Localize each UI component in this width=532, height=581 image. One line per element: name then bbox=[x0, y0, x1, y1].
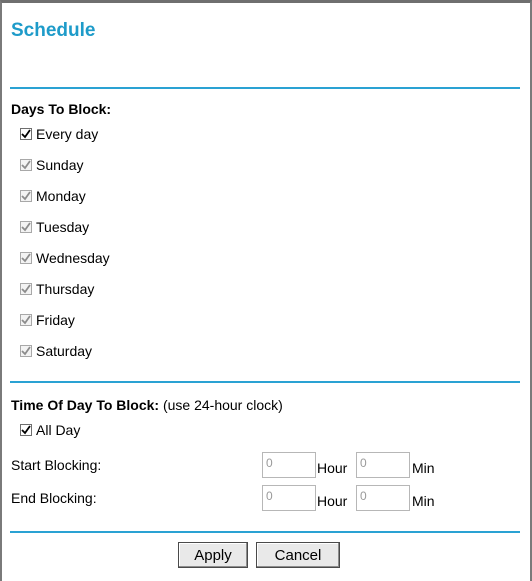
cancel-button[interactable]: Cancel bbox=[256, 542, 340, 568]
end-min-input[interactable]: 0 bbox=[356, 485, 410, 511]
checkbox-icon[interactable] bbox=[20, 159, 32, 171]
checkbox-icon[interactable] bbox=[20, 190, 32, 202]
checkmark-icon bbox=[21, 129, 31, 139]
checkbox-sunday[interactable]: Sunday bbox=[20, 155, 83, 175]
end-min-unit: Min bbox=[412, 493, 435, 509]
end-blocking-label: End Blocking: bbox=[11, 490, 97, 506]
checkmark-icon bbox=[21, 253, 31, 263]
checkmark-icon bbox=[21, 346, 31, 356]
checkbox-wednesday[interactable]: Wednesday bbox=[20, 248, 110, 268]
page-title: Schedule bbox=[11, 20, 96, 41]
checkbox-label: Friday bbox=[36, 312, 75, 328]
checkbox-monday[interactable]: Monday bbox=[20, 186, 86, 206]
days-to-block-heading: Days To Block: bbox=[11, 101, 112, 117]
checkbox-label: Thursday bbox=[36, 281, 95, 297]
checkmark-icon bbox=[21, 425, 31, 435]
checkbox-icon[interactable] bbox=[20, 314, 32, 326]
checkbox-icon[interactable] bbox=[20, 252, 32, 264]
end-hour-unit: Hour bbox=[317, 493, 348, 509]
apply-button[interactable]: Apply bbox=[178, 542, 248, 568]
start-hour-input[interactable]: 0 bbox=[262, 452, 316, 478]
start-min-input[interactable]: 0 bbox=[356, 452, 410, 478]
time-heading-label: Time Of Day To Block: bbox=[11, 397, 160, 413]
checkmark-icon bbox=[21, 191, 31, 201]
checkbox-icon[interactable] bbox=[20, 221, 32, 233]
checkbox-all-day[interactable]: All Day bbox=[20, 420, 80, 440]
start-min-unit: Min bbox=[412, 460, 435, 476]
start-hour-unit: Hour bbox=[317, 460, 348, 476]
checkmark-icon bbox=[21, 315, 31, 325]
checkbox-icon[interactable] bbox=[20, 424, 32, 436]
start-blocking-label: Start Blocking: bbox=[11, 457, 102, 473]
time-heading-note: (use 24-hour clock) bbox=[159, 397, 283, 413]
checkbox-label: Tuesday bbox=[36, 219, 90, 235]
checkbox-icon[interactable] bbox=[20, 283, 32, 295]
checkmark-icon bbox=[21, 222, 31, 232]
checkbox-tuesday[interactable]: Tuesday bbox=[20, 217, 89, 237]
checkbox-friday[interactable]: Friday bbox=[20, 310, 75, 330]
checkbox-label: Every day bbox=[36, 126, 99, 142]
section-divider bbox=[10, 381, 520, 383]
checkbox-label: Saturday bbox=[36, 343, 93, 359]
checkmark-icon bbox=[21, 284, 31, 294]
checkbox-label: All Day bbox=[36, 422, 81, 438]
section-divider bbox=[10, 87, 520, 89]
checkbox-label: Sunday bbox=[36, 157, 84, 173]
checkmark-icon bbox=[21, 160, 31, 170]
checkbox-icon[interactable] bbox=[20, 345, 32, 357]
section-divider bbox=[10, 531, 520, 533]
checkbox-thursday[interactable]: Thursday bbox=[20, 279, 94, 299]
time-of-day-heading: Time Of Day To Block: (use 24-hour clock… bbox=[11, 397, 283, 413]
checkbox-icon[interactable] bbox=[20, 128, 32, 140]
checkbox-label: Monday bbox=[36, 188, 86, 204]
checkbox-every-day[interactable]: Every day bbox=[20, 124, 98, 144]
checkbox-label: Wednesday bbox=[36, 250, 110, 266]
checkbox-saturday[interactable]: Saturday bbox=[20, 341, 92, 361]
end-hour-input[interactable]: 0 bbox=[262, 485, 316, 511]
